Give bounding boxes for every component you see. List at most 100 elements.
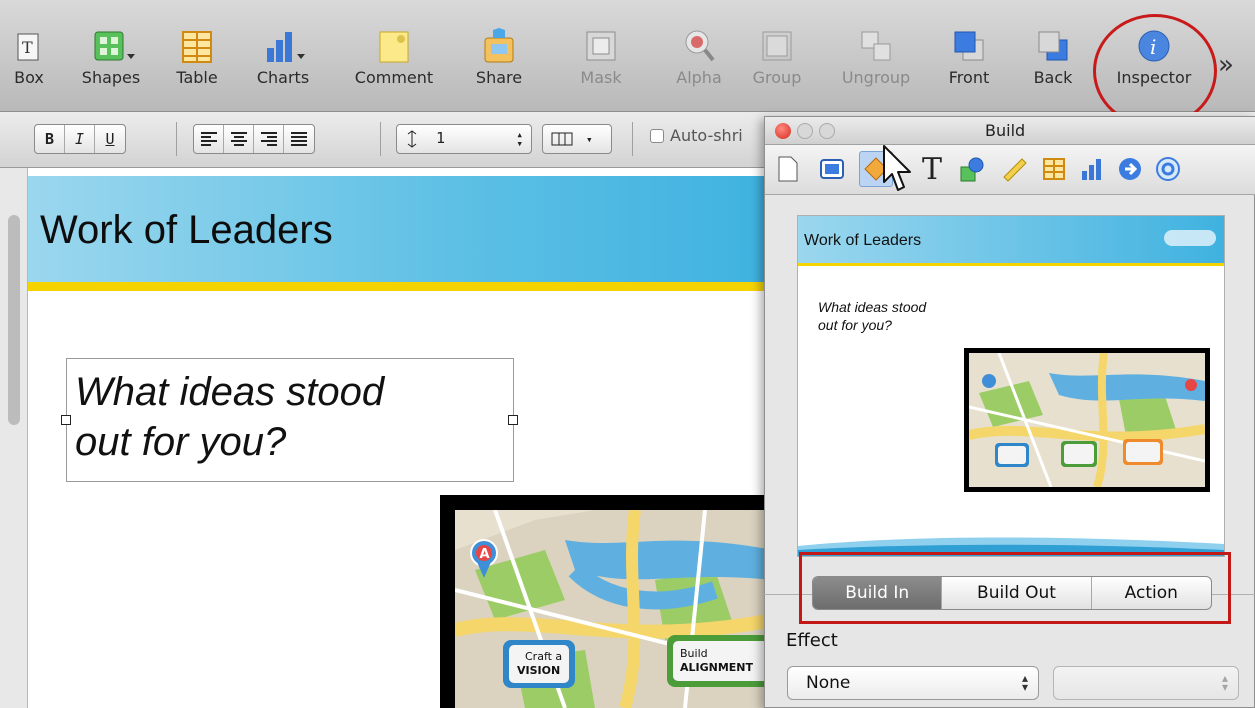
tab-hyperlink[interactable]: [1113, 151, 1147, 187]
mask-icon: [586, 31, 616, 61]
toolbar-label: Mask: [580, 68, 622, 87]
slide-header: Work of Leaders: [28, 176, 773, 282]
group-button[interactable]: Group: [742, 26, 812, 87]
toolbar-label: Back: [1033, 68, 1073, 87]
inspector-highlight-circle: [1093, 14, 1217, 128]
preview-header: Work of Leaders: [798, 216, 1224, 263]
slide-accent-bar: [28, 282, 773, 291]
text-icon: T: [921, 151, 942, 187]
text-box-icon: T: [17, 33, 39, 61]
italic-button[interactable]: I: [65, 125, 95, 153]
shapes-icon: [94, 31, 135, 61]
justify-button[interactable]: [284, 125, 314, 153]
map-sign-text: Craft a: [525, 650, 562, 663]
tab-metrics[interactable]: [997, 151, 1031, 187]
selected-text-box[interactable]: What ideas stood out for you?: [66, 358, 514, 482]
tab-document[interactable]: [771, 151, 805, 187]
zoom-button[interactable]: [819, 123, 835, 139]
toolbar-label: Group: [752, 68, 802, 87]
tab-text[interactable]: T: [915, 151, 949, 187]
align-left-button[interactable]: [194, 125, 224, 153]
align-right-button[interactable]: [254, 125, 284, 153]
resize-handle[interactable]: [61, 415, 71, 425]
svg-text:T: T: [22, 38, 33, 57]
mouse-cursor-icon: [883, 145, 911, 191]
back-button[interactable]: Back: [1018, 26, 1088, 87]
underline-button[interactable]: U: [95, 125, 125, 153]
tab-table[interactable]: [1037, 151, 1071, 187]
table-icon: [1043, 158, 1065, 180]
stepper-icon: ▴ ▾: [1221, 671, 1228, 694]
text-line: What ideas stood: [75, 370, 385, 414]
map-sign-text: VISION: [517, 664, 560, 677]
toolbar: T Box Shapes Table Charts Comment Share …: [0, 0, 1255, 112]
inspector-tab-bar: T: [765, 145, 1255, 195]
charts-icon: [267, 32, 305, 62]
text-box-content: What ideas stood out for you?: [75, 367, 384, 467]
divider: [380, 122, 381, 156]
group-icon: [762, 31, 792, 61]
map-pin-label: A: [480, 547, 490, 562]
text-style-group: B I U: [34, 124, 126, 154]
tab-chart[interactable]: [1075, 151, 1109, 187]
toolbar-overflow-button[interactable]: »: [1218, 50, 1234, 80]
align-center-button[interactable]: [224, 125, 254, 153]
slide-icon: [820, 159, 844, 179]
graphic-icon: [960, 157, 984, 182]
toolbar-label: Box: [14, 68, 44, 87]
charts-button[interactable]: Charts: [248, 26, 318, 87]
line-spacing-select[interactable]: 1 ▴ ▾: [396, 124, 532, 154]
tab-quicktime[interactable]: [1151, 151, 1185, 187]
columns-select[interactable]: ▾: [542, 124, 612, 154]
mask-button[interactable]: Mask: [566, 26, 636, 87]
line-spacing-icon: [407, 129, 417, 148]
toolbar-label: Share: [475, 68, 523, 87]
minimize-button[interactable]: [797, 123, 813, 139]
text-box-button[interactable]: T Box: [4, 26, 54, 87]
panel-titlebar[interactable]: Build: [765, 117, 1255, 145]
hyperlink-icon: [1119, 158, 1141, 180]
comment-icon: [379, 31, 409, 63]
chart-icon: [1082, 159, 1101, 180]
panel-title: Build: [985, 121, 1026, 140]
back-icon: [1038, 31, 1068, 61]
align-center-icon: [230, 132, 247, 146]
document-icon: [778, 156, 798, 182]
comment-button[interactable]: Comment: [346, 26, 442, 87]
slide-preview: Work of Leaders What ideas stood out for…: [797, 215, 1225, 557]
alpha-icon: [685, 30, 715, 62]
table-button[interactable]: Table: [162, 26, 232, 87]
bold-button[interactable]: B: [35, 125, 65, 153]
direction-select[interactable]: ▴ ▾: [1053, 666, 1239, 700]
share-button[interactable]: Share: [464, 26, 534, 87]
toolbar-label: Ungroup: [841, 68, 911, 87]
effect-label: Effect: [786, 630, 838, 651]
divider: [176, 122, 177, 156]
slide-title[interactable]: Work of Leaders: [40, 208, 333, 253]
front-icon: [954, 31, 984, 61]
preview-text-line: What ideas stood: [818, 299, 927, 315]
toolbar-label: Table: [176, 68, 218, 87]
effect-select[interactable]: None ▴ ▾: [787, 666, 1039, 700]
tab-slide[interactable]: [815, 151, 849, 187]
stepper-icon: ▴ ▾: [1021, 671, 1028, 694]
ungroup-button[interactable]: Ungroup: [836, 26, 916, 87]
toolbar-label: Comment: [354, 68, 434, 87]
map-image: A Craft a VISION Build ALIGNMENT: [455, 510, 773, 708]
preview-text-line: out for you?: [818, 317, 892, 333]
align-left-icon: [200, 132, 217, 146]
auto-shrink-checkbox[interactable]: Auto-shri: [650, 126, 743, 145]
divider: [632, 122, 633, 156]
toolbar-label: Front: [948, 68, 990, 87]
quicktime-icon: [1156, 157, 1180, 181]
front-button[interactable]: Front: [934, 26, 1004, 87]
scrollbar[interactable]: [8, 215, 20, 425]
alpha-button[interactable]: Alpha: [664, 26, 734, 87]
logo: [1164, 230, 1216, 246]
preview-title: Work of Leaders: [804, 232, 922, 249]
close-button[interactable]: [775, 123, 791, 139]
shapes-button[interactable]: Shapes: [76, 26, 146, 87]
tab-graphic[interactable]: [955, 151, 989, 187]
resize-handle[interactable]: [508, 415, 518, 425]
text-line: out for you?: [75, 420, 287, 464]
